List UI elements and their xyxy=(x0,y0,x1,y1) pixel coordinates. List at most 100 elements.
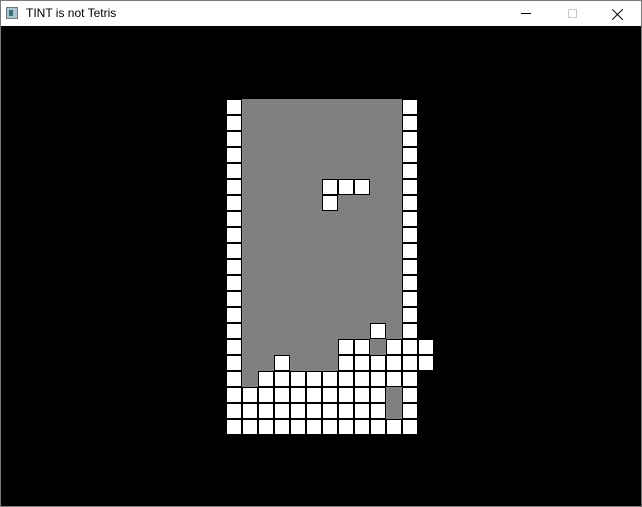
active-piece-block xyxy=(322,179,338,195)
stack-block xyxy=(338,403,354,419)
stack-block xyxy=(258,387,274,403)
stack-block xyxy=(418,355,434,371)
stack-block xyxy=(370,323,386,339)
floor-block xyxy=(290,419,306,435)
game-canvas[interactable] xyxy=(1,26,641,506)
tetris-board xyxy=(226,99,434,435)
wall-block xyxy=(226,243,242,259)
app-window-icon[interactable] xyxy=(6,7,18,19)
wall-block xyxy=(402,99,418,115)
stack-block xyxy=(354,371,370,387)
wall-block xyxy=(402,275,418,291)
stack-block xyxy=(258,371,274,387)
stack-block xyxy=(354,355,370,371)
active-piece-block xyxy=(338,179,354,195)
wall-block xyxy=(402,179,418,195)
floor-block xyxy=(386,419,402,435)
stack-block xyxy=(290,371,306,387)
window-title: TINT is not Tetris xyxy=(26,6,117,20)
wall-block xyxy=(226,195,242,211)
stack-block xyxy=(370,403,386,419)
stack-block xyxy=(306,403,322,419)
wall-block xyxy=(402,131,418,147)
stack-block xyxy=(402,339,418,355)
wall-block xyxy=(226,211,242,227)
wall-block xyxy=(402,403,418,419)
wall-block xyxy=(226,403,242,419)
wall-block xyxy=(402,195,418,211)
wall-block xyxy=(402,291,418,307)
wall-block xyxy=(402,259,418,275)
floor-block xyxy=(274,419,290,435)
app-window: TINT is not Tetris xyxy=(0,0,642,507)
wall-block xyxy=(402,387,418,403)
wall-block xyxy=(402,211,418,227)
wall-block xyxy=(226,227,242,243)
stack-block xyxy=(418,339,434,355)
wall-block xyxy=(402,307,418,323)
stack-block xyxy=(242,403,258,419)
stack-block xyxy=(290,403,306,419)
wall-block xyxy=(226,323,242,339)
stack-block xyxy=(258,403,274,419)
active-piece-block xyxy=(322,195,338,211)
wall-block xyxy=(226,355,242,371)
floor-block xyxy=(258,419,274,435)
wall-block xyxy=(226,259,242,275)
wall-block xyxy=(402,163,418,179)
stack-block xyxy=(370,355,386,371)
floor-block xyxy=(306,419,322,435)
active-piece-block xyxy=(354,179,370,195)
stack-block xyxy=(306,387,322,403)
stack-block xyxy=(338,355,354,371)
stack-block xyxy=(322,371,338,387)
maximize-button[interactable] xyxy=(549,1,595,26)
title-bar[interactable]: TINT is not Tetris xyxy=(1,1,641,26)
wall-block xyxy=(226,275,242,291)
wall-block xyxy=(226,387,242,403)
wall-block xyxy=(402,323,418,339)
floor-block xyxy=(242,419,258,435)
stack-block xyxy=(322,387,338,403)
stack-block xyxy=(338,339,354,355)
floor-block xyxy=(370,419,386,435)
floor-block xyxy=(322,419,338,435)
stack-block xyxy=(274,403,290,419)
wall-block xyxy=(226,339,242,355)
stack-block xyxy=(354,387,370,403)
wall-block xyxy=(402,115,418,131)
stack-block xyxy=(386,371,402,387)
minimize-icon xyxy=(521,13,531,14)
wall-block xyxy=(226,115,242,131)
wall-block xyxy=(402,243,418,259)
stack-block xyxy=(370,387,386,403)
stack-block xyxy=(274,387,290,403)
floor-block xyxy=(402,419,418,435)
floor-block xyxy=(338,419,354,435)
close-button[interactable] xyxy=(595,1,641,26)
wall-block xyxy=(226,99,242,115)
close-icon xyxy=(612,8,624,20)
stack-block xyxy=(242,387,258,403)
wall-block xyxy=(402,227,418,243)
floor-block xyxy=(354,419,370,435)
wall-block xyxy=(402,371,418,387)
wall-block xyxy=(402,147,418,163)
floor-block xyxy=(226,419,242,435)
wall-block xyxy=(226,179,242,195)
stack-block xyxy=(354,403,370,419)
stack-block xyxy=(370,371,386,387)
wall-block xyxy=(226,163,242,179)
stack-block xyxy=(306,371,322,387)
stack-block xyxy=(322,403,338,419)
minimize-button[interactable] xyxy=(503,1,549,26)
wall-block xyxy=(226,147,242,163)
stack-block xyxy=(274,371,290,387)
wall-block xyxy=(226,291,242,307)
stack-block xyxy=(338,387,354,403)
stack-block xyxy=(354,339,370,355)
wall-block xyxy=(226,131,242,147)
stack-block xyxy=(386,355,402,371)
stack-block xyxy=(338,371,354,387)
stack-block xyxy=(386,339,402,355)
